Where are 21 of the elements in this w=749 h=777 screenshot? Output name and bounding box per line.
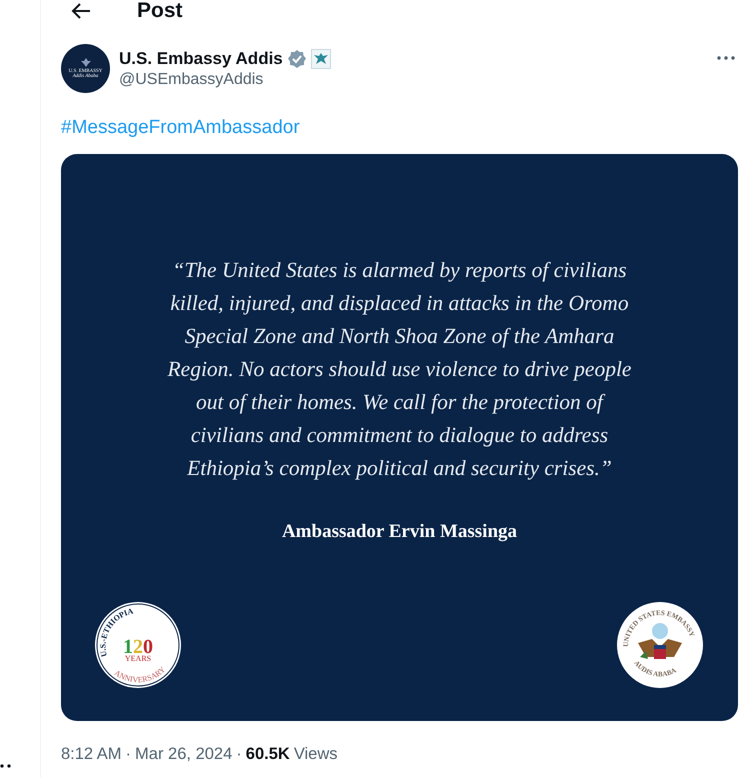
quote-line: Ethiopia’s complex political and security crises.” bbox=[187, 455, 612, 482]
separator-dot: · bbox=[236, 745, 242, 764]
quote-line: “The United States is alarmed by reports of civilians bbox=[172, 257, 627, 284]
attribution: Ambassador Ervin Massinga bbox=[282, 521, 518, 543]
views-count: 60.5K bbox=[246, 745, 290, 764]
post-time[interactable]: 8:12 AM bbox=[61, 745, 122, 764]
more-icon[interactable] bbox=[0, 764, 12, 768]
quote-line: out of their homes. We call for the protection of bbox=[196, 386, 603, 419]
author-handle[interactable]: @USEmbassyAddis bbox=[119, 70, 708, 88]
back-arrow-icon[interactable] bbox=[71, 3, 91, 19]
views-label: Views bbox=[294, 745, 338, 764]
post-date[interactable]: Mar 26, 2024 bbox=[135, 745, 232, 764]
quote-line: civilians and commitment to dialogue to address bbox=[190, 422, 608, 449]
separator-dot: · bbox=[126, 745, 132, 764]
quote-line: killed, injured, and displaced in attacks in the Oromo bbox=[170, 290, 629, 317]
page-title: Post bbox=[137, 0, 183, 22]
quote-image[interactable] bbox=[61, 154, 738, 721]
quote-line: Special Zone and North Shoa Zone of the Amhara bbox=[184, 323, 614, 350]
more-icon[interactable] bbox=[717, 56, 735, 60]
author-name[interactable]: U.S. Embassy Addis bbox=[119, 48, 283, 68]
quote-line: Region. No actors should use violence to drive people bbox=[168, 356, 632, 383]
